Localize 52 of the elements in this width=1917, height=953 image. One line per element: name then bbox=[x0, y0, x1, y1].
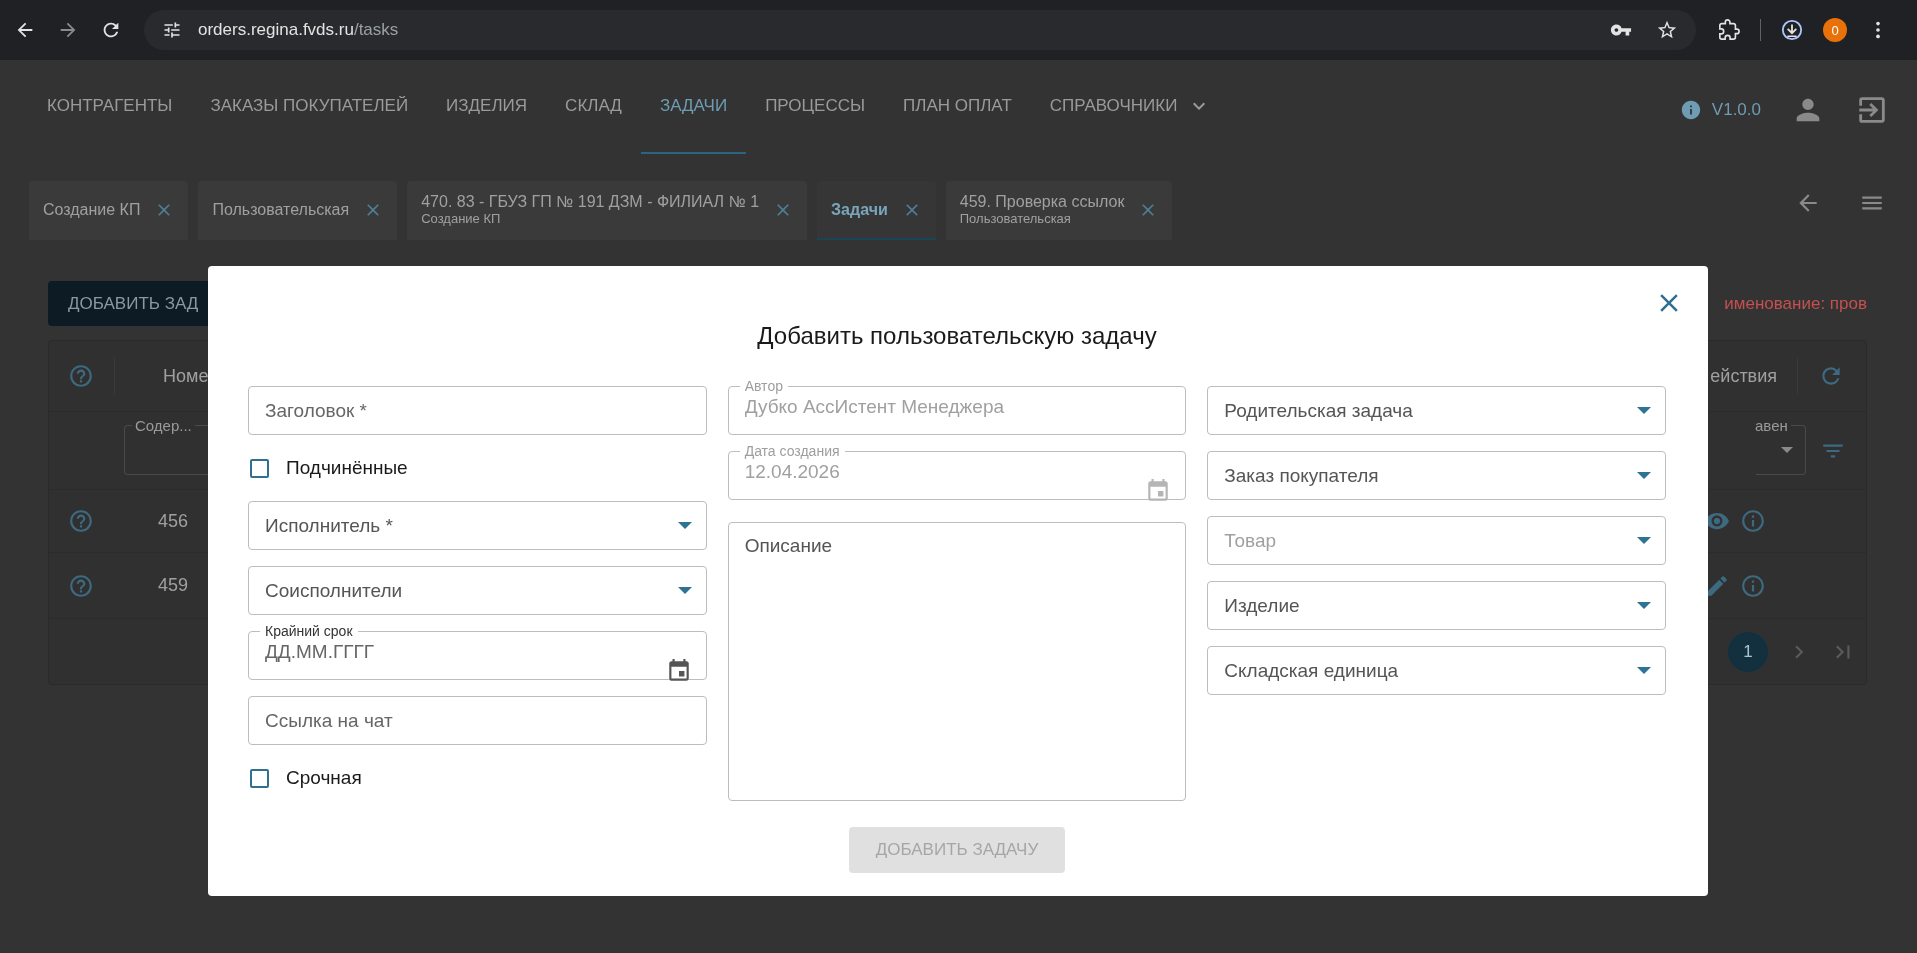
nav-link[interactable]: СКЛАД bbox=[546, 60, 641, 154]
select-field[interactable]: Складская единица bbox=[1207, 646, 1666, 695]
info-icon[interactable] bbox=[1679, 99, 1702, 121]
site-settings-icon[interactable] bbox=[162, 20, 182, 40]
profile-avatar[interactable]: 0 bbox=[1823, 18, 1847, 42]
column-header: ействия bbox=[1710, 365, 1777, 387]
select-field[interactable]: Исполнитель * bbox=[248, 501, 707, 550]
nav-link[interactable]: ПЛАН ОПЛАТ bbox=[884, 60, 1031, 154]
help-icon[interactable] bbox=[68, 572, 94, 599]
tab[interactable]: 470. 83 - ГБУЗ ГП № 191 ДЗМ - ФИЛИАЛ № 1 Создание КП bbox=[407, 181, 808, 240]
caret-icon bbox=[677, 587, 692, 594]
caret-icon bbox=[1637, 667, 1651, 674]
caret-icon bbox=[1781, 447, 1793, 453]
checkbox[interactable] bbox=[250, 458, 269, 478]
help-icon[interactable] bbox=[68, 363, 94, 389]
filter-summary: именование: пров bbox=[1724, 293, 1867, 314]
select-field[interactable]: Изделие bbox=[1207, 581, 1666, 630]
info-icon[interactable] bbox=[1740, 508, 1766, 534]
dialog-title: Добавить пользовательскую задачу bbox=[756, 321, 1158, 351]
nav-link[interactable]: ПРОЦЕССЫ bbox=[746, 60, 885, 154]
info-icon[interactable] bbox=[1740, 572, 1766, 599]
caret-icon bbox=[1637, 472, 1651, 479]
nav-link[interactable]: ЗАКАЗЫ ПОКУПАТЕЛЕЙ bbox=[191, 60, 428, 154]
caret-icon bbox=[1637, 537, 1651, 544]
select-field[interactable]: Соисполнители bbox=[248, 566, 707, 615]
nav-link[interactable]: ЗАДАЧИ bbox=[640, 60, 747, 154]
select-field[interactable]: Заказ покупателя bbox=[1207, 451, 1666, 500]
checkbox[interactable] bbox=[250, 768, 269, 788]
tab[interactable]: Пользовательская bbox=[198, 181, 398, 240]
table-cell: 456 bbox=[158, 510, 189, 532]
caret-icon bbox=[1637, 602, 1651, 609]
select-field[interactable]: Родительская задача bbox=[1207, 386, 1666, 435]
date-field[interactable]: Крайний срок ДД.ММ.ГГГГ bbox=[248, 623, 707, 680]
caret-icon bbox=[677, 522, 692, 529]
tab[interactable]: Создание КП bbox=[29, 181, 189, 240]
table-cell: 459 bbox=[158, 575, 189, 596]
column-header[interactable]: Номе bbox=[163, 365, 209, 387]
checkbox-label[interactable]: Срочная bbox=[286, 767, 362, 789]
page-button[interactable]: 1 bbox=[1728, 631, 1768, 672]
help-icon[interactable] bbox=[68, 508, 94, 534]
nav-link[interactable]: КОНТРАГЕНТЫ bbox=[28, 60, 192, 154]
address-bar[interactable]: orders.regina.fvds.ru/tasks bbox=[144, 10, 1696, 50]
puzzle-icon[interactable] bbox=[1718, 19, 1740, 41]
checkbox-label[interactable]: Подчинённые bbox=[286, 457, 408, 479]
star-icon[interactable] bbox=[1656, 19, 1678, 41]
caret-icon bbox=[1637, 407, 1651, 414]
nav-link[interactable]: СПРАВОЧНИКИ bbox=[1030, 60, 1231, 154]
version-label: V1.0.0 bbox=[1711, 100, 1761, 120]
tab[interactable]: 459. Проверка ссылок Пользовательская bbox=[945, 181, 1173, 240]
download-icon[interactable] bbox=[1781, 19, 1803, 41]
description-field[interactable]: Описание bbox=[727, 522, 1187, 801]
nav-link[interactable]: ИЗДЕЛИЯ bbox=[427, 60, 547, 154]
